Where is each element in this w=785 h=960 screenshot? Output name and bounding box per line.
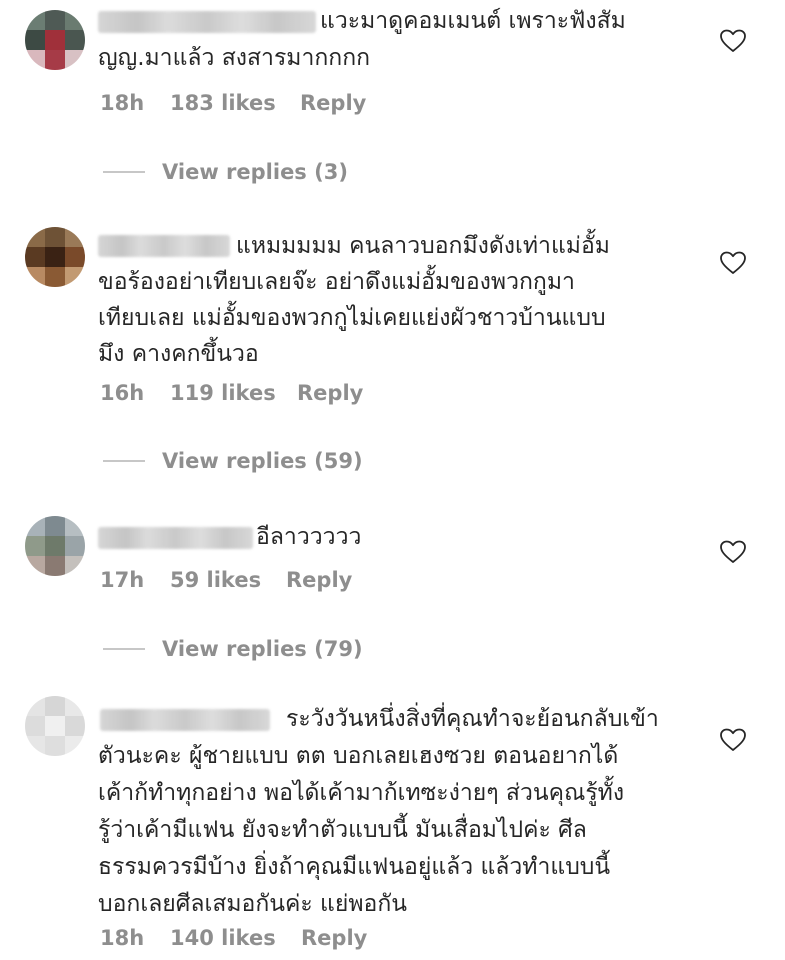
likes-count[interactable]: 140 likes <box>170 926 276 950</box>
comment-time: 16h <box>100 381 145 405</box>
comment-text: ญญ.มาแล้ว สงสารมากกกก <box>98 41 370 76</box>
comment-text-line: รู้ว่าเค้ามีแฟน ยังจะทำตัวแบบนี้ มันเสื่… <box>98 817 587 843</box>
avatar-mosaic-cell <box>65 50 85 70</box>
avatar-mosaic-cell <box>45 556 65 576</box>
comment: อีลาววววว 17h 59 likes Reply <box>0 510 785 610</box>
avatar-mosaic-cell <box>45 716 65 736</box>
likes-count[interactable]: 59 likes <box>170 568 261 592</box>
avatar-mosaic-cell <box>25 30 45 50</box>
likes-count[interactable]: 183 likes <box>170 91 276 115</box>
avatar-mosaic-cell <box>45 536 65 556</box>
username-blurred[interactable] <box>98 235 230 257</box>
avatar-mosaic-cell <box>45 696 65 716</box>
avatar-mosaic-cell <box>65 227 85 247</box>
avatar-mosaic-cell <box>65 556 85 576</box>
comment-text-line: อีลาววววว <box>256 524 362 550</box>
heart-outline-icon[interactable] <box>720 540 746 564</box>
avatar-mosaic-cell <box>65 267 85 287</box>
avatar-mosaic-cell <box>65 247 85 267</box>
avatar-mosaic-cell <box>45 227 65 247</box>
view-replies-label: View replies (59) <box>162 449 363 473</box>
avatar-mosaic-cell <box>25 247 45 267</box>
avatar-mosaic-cell <box>25 736 45 756</box>
divider-line <box>103 648 145 650</box>
reply-button[interactable]: Reply <box>297 381 363 405</box>
avatar-mosaic-cell <box>65 696 85 716</box>
comment: ระวังวันหนึ่งสิ่งที่คุณทำจะย้อนกลับเข้า … <box>0 690 785 960</box>
avatar-mosaic-cell <box>25 50 45 70</box>
comment-text-line: ขอร้องอย่าเทียบเลยจ๊ะ อย่าดึงแม่อั้มของพ… <box>98 269 575 295</box>
reply-button[interactable]: Reply <box>300 91 366 115</box>
comment-time: 18h <box>100 91 145 115</box>
comment-text-line: ธรรมควรมีบ้าง ยิ่งถ้าคุณมีแฟนอยู่แล้ว แล… <box>98 854 611 880</box>
avatar-mosaic-cell <box>65 716 85 736</box>
avatar-mosaic-cell <box>65 30 85 50</box>
username-blurred[interactable] <box>100 709 270 731</box>
avatar-mosaic-cell <box>25 716 45 736</box>
reply-button[interactable]: Reply <box>301 926 367 950</box>
view-replies-button[interactable]: View replies (3) <box>103 157 348 187</box>
avatar[interactable] <box>25 516 85 576</box>
view-replies-label: View replies (79) <box>162 637 363 661</box>
username-blurred[interactable] <box>98 527 253 549</box>
reply-button[interactable]: Reply <box>286 568 352 592</box>
avatar-mosaic-cell <box>25 10 45 30</box>
avatar-mosaic-cell <box>45 30 65 50</box>
avatar-mosaic-cell <box>25 267 45 287</box>
username-blurred[interactable] <box>98 11 316 33</box>
avatar-mosaic-cell <box>45 267 65 287</box>
avatar-mosaic-cell <box>25 536 45 556</box>
view-replies-button[interactable]: View replies (59) <box>103 446 363 476</box>
comment-text-line: ตัวนะคะ ผู้ชายแบบ ตต บอกเลยเฮงซวย ตอนอยา… <box>98 743 619 769</box>
avatar-mosaic-cell <box>65 10 85 30</box>
view-replies-label: View replies (3) <box>162 160 348 184</box>
avatar-mosaic-cell <box>65 536 85 556</box>
heart-outline-icon[interactable] <box>720 728 746 752</box>
divider-line <box>103 460 145 462</box>
heart-outline-icon[interactable] <box>720 29 746 53</box>
comment-text-line: แหมมมมม คนลาวบอกมึงดังเท่าแม่อั้ม <box>236 233 610 259</box>
avatar-mosaic-cell <box>25 556 45 576</box>
comment-text-line: ระวังวันหนึ่งสิ่งที่คุณทำจะย้อนกลับเข้า <box>286 706 659 732</box>
comment: แหมมมมม คนลาวบอกมึงดังเท่าแม่อั้ม ขอร้อง… <box>0 215 785 425</box>
comment-text-line: แวะมาดูคอมเมนต์ เพราะฟังสัม <box>320 8 626 34</box>
avatar-mosaic-cell <box>65 736 85 756</box>
avatar-mosaic-cell <box>45 10 65 30</box>
comment: แวะมาดูคอมเมนต์ เพราะฟังสัม ญญ.มาแล้ว สง… <box>0 0 785 130</box>
comment-text: แวะมาดูคอมเมนต์ เพราะฟังสัม <box>320 4 626 39</box>
comment-text-line: ญญ.มาแล้ว สงสารมากกกก <box>98 45 371 71</box>
avatar[interactable] <box>25 696 85 756</box>
comment-text-line: บอกเลยศีลเสมอกันค่ะ แย่พอกัน <box>98 891 407 917</box>
avatar-mosaic-cell <box>45 736 65 756</box>
heart-outline-icon[interactable] <box>720 251 746 275</box>
avatar-mosaic-cell <box>65 516 85 536</box>
comment-text-line: เทียบเลย แม่อั้มของพวกกูไม่เคยแย่งผัวชาว… <box>98 305 606 331</box>
comment-text-line: เค้าก้ทำทุกอย่าง พอได้เค้ามาก้เทซะง่ายๆ … <box>98 780 625 806</box>
avatar[interactable] <box>25 10 85 70</box>
comment-time: 17h <box>100 568 145 592</box>
avatar[interactable] <box>25 227 85 287</box>
avatar-mosaic-cell <box>45 50 65 70</box>
view-replies-button[interactable]: View replies (79) <box>103 634 363 664</box>
avatar-mosaic-cell <box>45 516 65 536</box>
comment-text-line: มึง คางคกขึ้นวอ <box>98 341 259 367</box>
divider-line <box>103 171 145 173</box>
avatar-mosaic-cell <box>25 227 45 247</box>
comment-time: 18h <box>100 926 145 950</box>
avatar-mosaic-cell <box>25 516 45 536</box>
likes-count[interactable]: 119 likes <box>170 381 276 405</box>
avatar-mosaic-cell <box>25 696 45 716</box>
avatar-mosaic-cell <box>45 247 65 267</box>
